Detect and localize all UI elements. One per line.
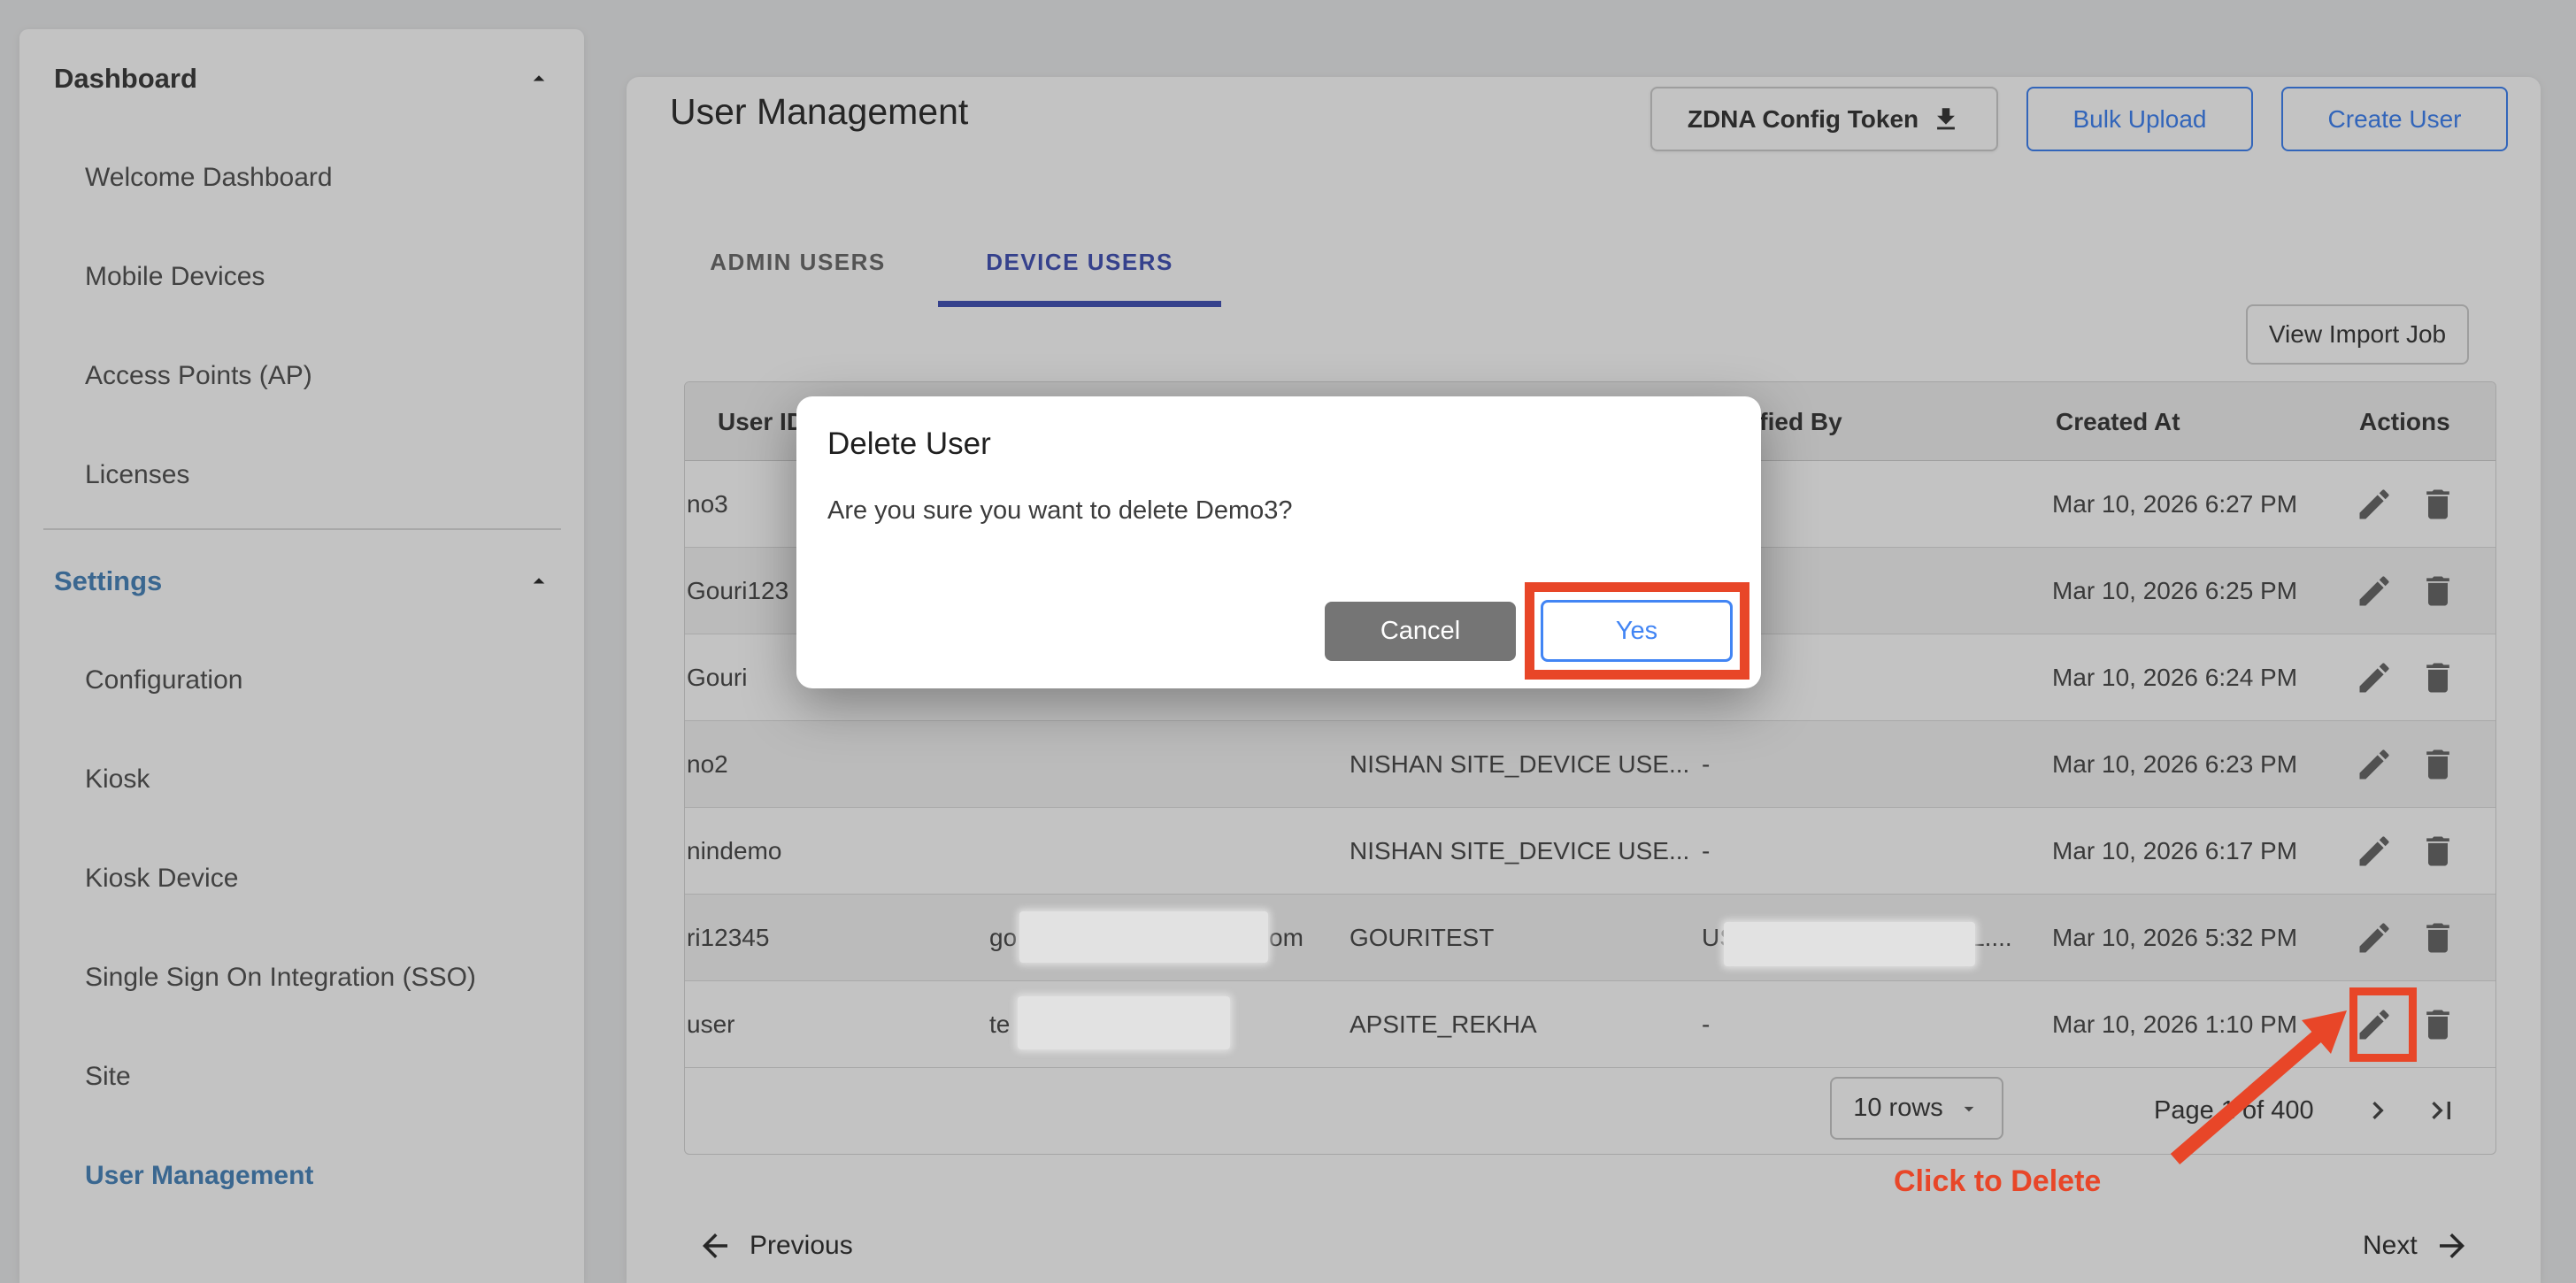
cancel-button[interactable]: Cancel [1325,602,1516,661]
dialog-message: Are you sure you want to delete Demo3? [827,496,1293,526]
redaction-box [1018,996,1230,1049]
dialog-title: Delete User [827,426,991,462]
click-to-delete-annotation: Click to Delete [1894,1164,2101,1199]
redaction-box [1724,922,1975,966]
highlight-box-edit-icon [2349,987,2417,1062]
highlight-box-yes-button [1525,582,1749,680]
redaction-box [1019,911,1268,963]
